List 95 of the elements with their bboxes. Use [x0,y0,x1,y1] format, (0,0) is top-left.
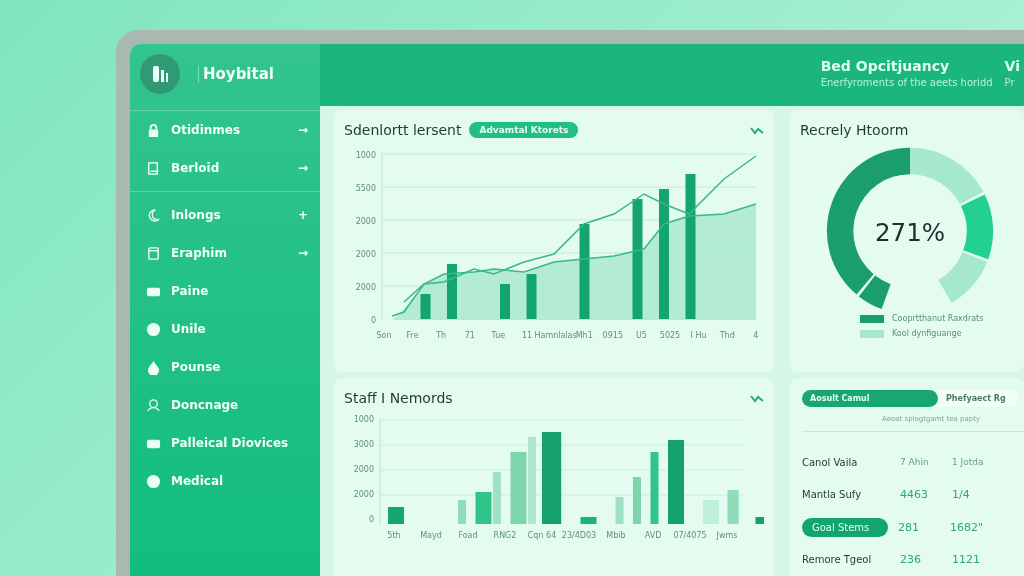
legend-label: Kool dynfiguange [892,329,962,338]
axis-tick-label: 71 [464,331,475,340]
brand-name: Hoybital [198,65,274,83]
table-cell-text: Remore Tgeol [802,554,873,566]
trend-icon [750,125,764,135]
axis-tick-label: I Hu [690,331,707,340]
table-cell-text: 1 Jotda [952,457,985,468]
axis-tick-label: 2000 [355,217,376,226]
axis-tick-label: 5500 [355,184,376,193]
header-title: Vi [1004,58,1020,74]
nav-item[interactable]: Otidinmes → [130,111,320,149]
axis-tick-label: 2000 [353,465,374,474]
status-badge: Advamtal Ktorets [469,122,579,138]
header-subtitle: Enerfyroments of the aeets horidd [820,77,993,88]
nav-item[interactable]: Inlongs + [130,196,320,234]
axis-tick-label: U5 [635,331,647,340]
axis-tick-label: Hamnlalas [534,331,577,340]
axis-tick-label: Cqn 64 [527,531,557,540]
table-cell-text: 7 Ahin [900,457,930,468]
table-cell-text: 1/4 [952,488,971,502]
lock-icon [146,122,161,138]
nav-item[interactable]: Unile [130,310,320,348]
chart-bar [615,497,624,524]
table-cell-text: 236 [900,553,922,567]
axis-tick-label: Mayd [420,531,442,540]
axis-tick-label: 07/4075 [673,531,707,540]
axis-tick-label: Th [436,331,447,340]
axis-tick-label: 4 [753,331,759,340]
chart-bar [420,294,431,319]
chart-bar [526,274,537,319]
axis-tick-label: Mbib [606,531,626,540]
axis-tick-label: 2000 [353,490,374,499]
chart-bar [650,452,659,524]
axis-tick-label: Fre [406,331,419,340]
table-cell-text: 281 [898,520,920,534]
axis-tick-label: 2000 [355,250,376,259]
axis-tick-label: 1000 [355,151,376,160]
axis-tick-label: 1000 [353,415,374,424]
axis-tick-label: 3000 [353,440,374,449]
table-cell-text: 1121 [952,553,981,567]
chart-bar [447,264,457,319]
axis-tick-label: 0 [370,316,376,325]
table-cell-text: Canol Vaila [802,456,859,468]
chart-bar [703,500,719,524]
toggle-option[interactable]: Aosult Camul [802,390,938,407]
table-cell-text: 4463 [900,488,929,502]
axis-tick-label: Thd [719,331,735,340]
axis-tick-label: 23/4D03 [561,531,597,540]
chart-title: Staff I Nemords [344,390,453,406]
legend-label: Cooprtthanut Raxdrats [892,314,984,323]
axis-tick-label: 0 [368,515,374,524]
axis-tick-label: Son [376,331,392,340]
calendar-icon [146,245,161,261]
axis-tick-label: Tue [491,331,506,340]
drop-icon [146,359,161,375]
chart-bar [580,517,597,524]
status-pill: Goal Stems [802,517,888,537]
nav-item[interactable]: Berloid → [130,149,320,187]
nav-item[interactable]: Paine [130,272,320,310]
chart-bar [458,500,466,524]
circle-icon [146,473,161,489]
nav-item[interactable]: Palleical Diovices [130,424,320,462]
axis-tick-label: 0915 [602,331,623,340]
axis-tick-label: 5025 [659,331,681,340]
nav-item[interactable]: Eraphim → [130,234,320,272]
chart-title: Sdenlortt lersent [344,122,462,138]
toggle-option[interactable]: Phefyaect Rg [938,390,1014,407]
chart-bar [633,477,641,524]
axis-tick-label: Foad [458,531,478,540]
axis-tick-label: Mh1 [575,331,593,340]
chart-bar [755,517,764,524]
axis-tick-label: Jwms [716,531,738,540]
nav-item[interactable]: Medical [130,462,320,500]
logo-icon [140,54,180,94]
chart-bar [500,284,510,319]
doc-icon [146,160,161,176]
table-cell-text: Mantla Sufy [802,489,863,501]
moon-icon [146,207,161,223]
table-cell-text: 1682" [950,520,985,534]
person-icon [146,397,161,413]
gauge-value: 271% [874,218,946,248]
chart-bar [388,507,404,524]
axis-tick-label: 5th [387,531,401,540]
circle-icon [146,321,161,337]
card-title: Recrely Htoorm [800,122,909,138]
nav-item[interactable]: Doncnage [130,386,320,424]
axis-tick-label: RNG2 [493,531,517,540]
header-title: Bed Opcitjuancy [820,58,951,74]
trend-icon [750,393,764,403]
chart-bar [727,490,739,524]
axis-tick-label: 2000 [355,283,376,292]
header-subtitle: Pr [1004,77,1016,88]
axis-tick-label: 11 [521,331,533,340]
nav-item[interactable]: Pounse [130,348,320,386]
axis-tick-label: AVD [644,531,662,540]
